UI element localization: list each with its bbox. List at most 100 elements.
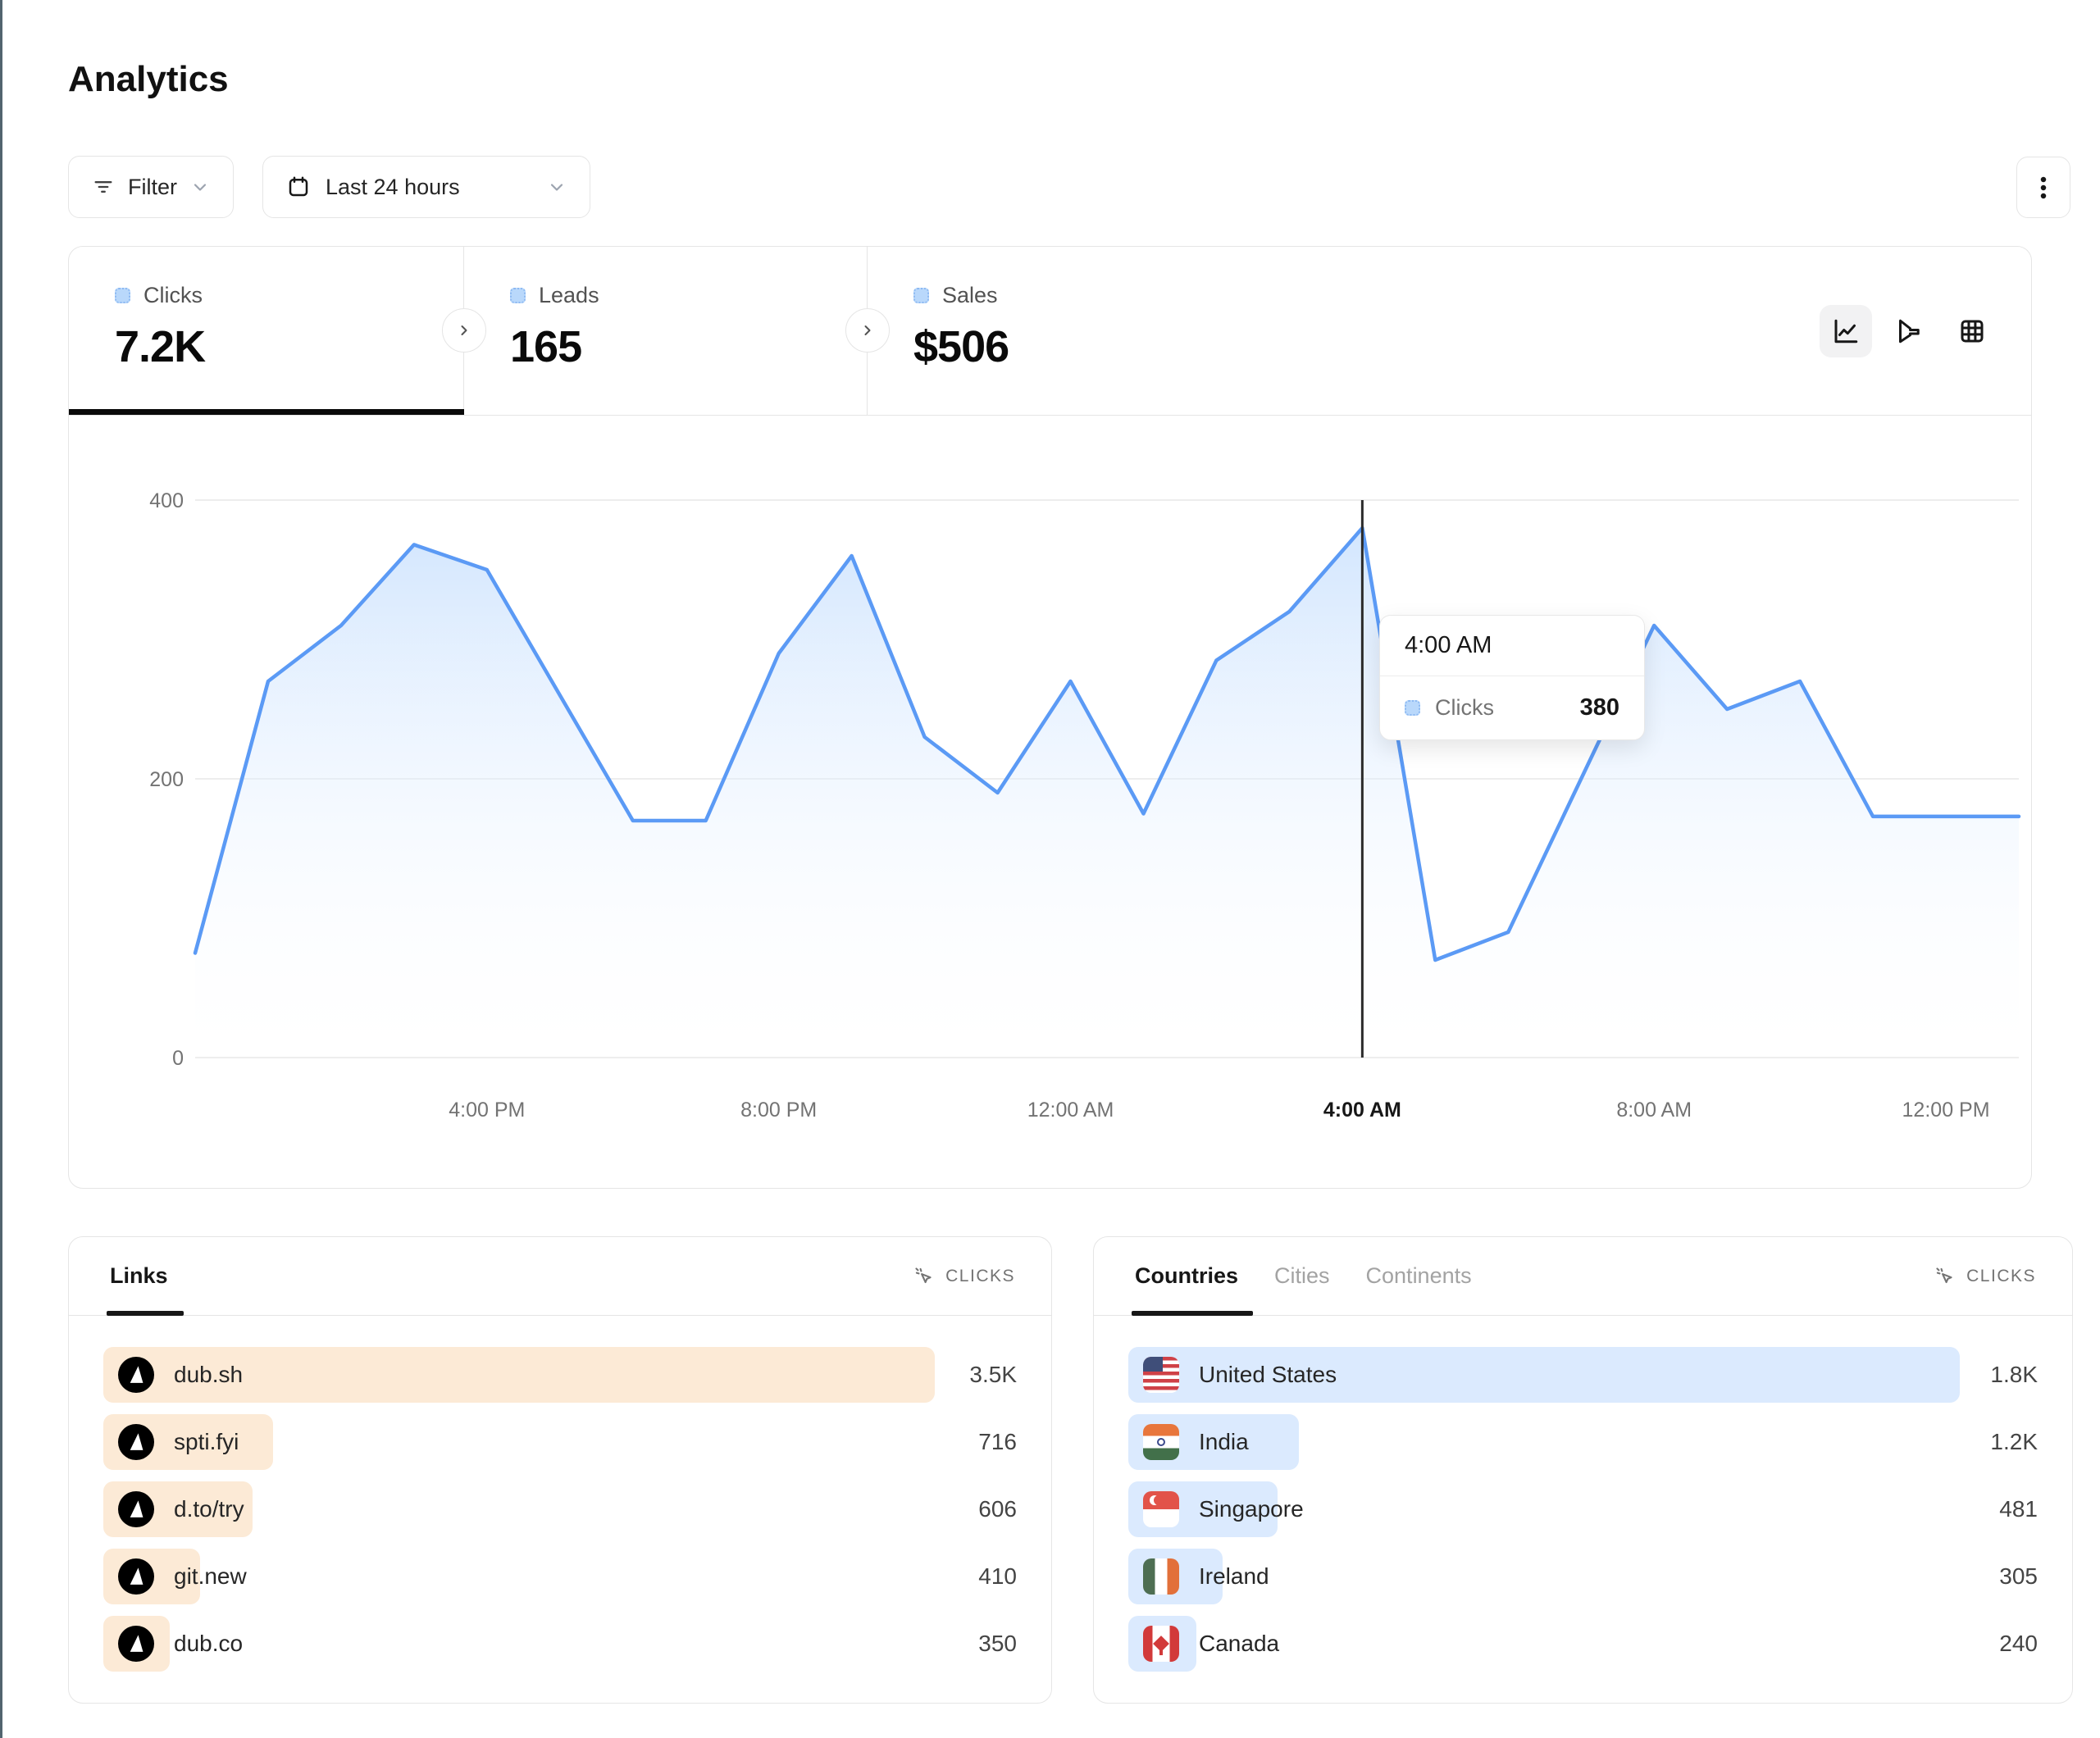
date-range-label: Last 24 hours [326, 175, 460, 200]
countries-metric-toggle[interactable]: CLICKS [1934, 1265, 2036, 1288]
countries-tab-underline [1132, 1311, 1253, 1316]
sg-flag-icon [1143, 1491, 1179, 1527]
dub-logo-icon [118, 1491, 154, 1527]
country-value: 1.2K [1990, 1414, 2038, 1470]
filter-button-label: Filter [128, 175, 177, 200]
dub-logo-icon [118, 1558, 154, 1595]
chevron-down-icon [190, 177, 210, 197]
kebab-menu-icon [2031, 174, 2056, 202]
links-metric-toggle[interactable]: CLICKS [913, 1265, 1015, 1288]
tab-links[interactable]: Links [110, 1263, 168, 1289]
metric-label: CLICKS [945, 1267, 1015, 1286]
calendar-icon [286, 175, 311, 199]
y-axis-tick: 0 [172, 1047, 184, 1070]
stats-row: Clicks 7.2K Leads 165 Sales $506 [69, 247, 2031, 416]
line-chart-view-button[interactable] [1820, 305, 1872, 357]
x-axis-tick: 4:00 AM [1323, 1099, 1401, 1122]
active-stat-underline [69, 409, 464, 415]
links-panel: Links CLICKS dub.sh 3.5K spti.fyi 716 [68, 1236, 1052, 1704]
x-axis-tick: 8:00 AM [1616, 1099, 1692, 1122]
x-axis-tick: 12:00 AM [1027, 1099, 1114, 1122]
clicks-legend-square-icon [115, 288, 130, 303]
dub-logo-icon [118, 1424, 154, 1460]
leads-legend-square-icon [510, 288, 526, 303]
tab-countries[interactable]: Countries [1135, 1263, 1238, 1289]
link-label: spti.fyi [174, 1429, 239, 1455]
tooltip-value: 380 [1580, 694, 1619, 721]
clicks-time-series-chart[interactable]: 0 200 400 4:00 PM 8:00 PM 12:00 AM 4:00 AM 8:00… [69, 416, 2031, 1189]
tab-cities[interactable]: Cities [1274, 1263, 1330, 1289]
country-label: Canada [1199, 1631, 1279, 1657]
country-label: United States [1199, 1362, 1337, 1388]
stat-label: Clicks [143, 283, 203, 308]
y-axis-tick: 400 [149, 489, 184, 512]
date-range-button[interactable]: Last 24 hours [262, 156, 590, 218]
expand-leads-button[interactable] [845, 308, 890, 353]
chart-tooltip: 4:00 AM Clicks 380 [1379, 615, 1645, 740]
country-row[interactable]: United States 1.8K [1128, 1347, 2038, 1403]
country-label: India [1199, 1429, 1249, 1455]
link-row[interactable]: dub.co 350 [103, 1616, 1017, 1672]
country-row[interactable]: India 1.2K [1128, 1414, 2038, 1470]
page-title: Analytics [68, 59, 229, 100]
sales-legend-square-icon [913, 288, 929, 303]
link-value: 410 [978, 1549, 1017, 1604]
link-label: d.to/try [174, 1496, 244, 1522]
in-flag-icon [1143, 1424, 1179, 1460]
tooltip-series-label: Clicks [1435, 695, 1494, 721]
links-rows: dub.sh 3.5K spti.fyi 716 d.to/try 606 gi… [69, 1316, 1051, 1672]
chevron-right-icon [456, 322, 472, 339]
link-row[interactable]: git.new 410 [103, 1549, 1017, 1604]
ca-flag-icon [1143, 1626, 1179, 1662]
tab-continents[interactable]: Continents [1366, 1263, 1472, 1289]
country-row[interactable]: Singapore 481 [1128, 1481, 2038, 1537]
x-axis-tick: 4:00 PM [449, 1099, 525, 1122]
tooltip-time: 4:00 AM [1380, 616, 1644, 676]
dub-logo-icon [118, 1357, 154, 1393]
metric-label: CLICKS [1966, 1267, 2036, 1286]
dub-logo-icon [118, 1626, 154, 1662]
area-chart-plot[interactable]: 0 200 400 4:00 PM 8:00 PM 12:00 AM 4:00 AM 8:00… [69, 416, 2031, 1189]
country-label: Ireland [1199, 1563, 1269, 1590]
expand-clicks-button[interactable] [442, 308, 486, 353]
line-chart-icon [1831, 316, 1861, 346]
country-value: 305 [1999, 1549, 2038, 1604]
link-value: 3.5K [969, 1347, 1017, 1403]
x-axis-tick: 8:00 PM [740, 1099, 817, 1122]
stat-label: Sales [942, 283, 998, 308]
stat-tab-leads[interactable]: Leads 165 [464, 247, 868, 415]
links-tab-underline [107, 1311, 184, 1316]
funnel-chart-view-button[interactable] [1883, 305, 1935, 357]
chevron-right-icon [859, 322, 876, 339]
filter-lines-icon [92, 175, 115, 198]
country-row[interactable]: Canada 240 [1128, 1616, 2038, 1672]
ie-flag-icon [1143, 1558, 1179, 1595]
cursor-click-icon [1934, 1265, 1957, 1288]
countries-rows: United States 1.8K India 1.2K Singapore … [1094, 1316, 2072, 1672]
clicks-area-fill [195, 528, 2019, 1058]
y-axis-tick: 200 [149, 768, 184, 791]
link-value: 350 [978, 1616, 1017, 1672]
link-row[interactable]: d.to/try 606 [103, 1481, 1017, 1537]
link-label: dub.sh [174, 1362, 243, 1388]
x-axis-tick: 12:00 PM [1902, 1099, 1990, 1122]
cursor-click-icon [913, 1265, 936, 1288]
country-value: 240 [1999, 1616, 2038, 1672]
filter-button[interactable]: Filter [68, 156, 234, 218]
window-edge [0, 0, 2, 1738]
link-label: git.new [174, 1563, 247, 1590]
link-label: dub.co [174, 1631, 243, 1657]
table-view-button[interactable] [1946, 305, 1998, 357]
stat-label: Leads [539, 283, 599, 308]
table-icon [1957, 316, 1987, 346]
stat-tab-clicks[interactable]: Clicks 7.2K [69, 247, 464, 415]
link-row[interactable]: dub.sh 3.5K [103, 1347, 1017, 1403]
country-row[interactable]: Ireland 305 [1128, 1549, 2038, 1604]
link-value: 606 [978, 1481, 1017, 1537]
country-value: 1.8K [1990, 1347, 2038, 1403]
stat-value: 165 [510, 321, 867, 372]
country-label: Singapore [1199, 1496, 1304, 1522]
country-value: 481 [1999, 1481, 2038, 1537]
more-options-button[interactable] [2016, 157, 2070, 218]
link-row[interactable]: spti.fyi 716 [103, 1414, 1017, 1470]
